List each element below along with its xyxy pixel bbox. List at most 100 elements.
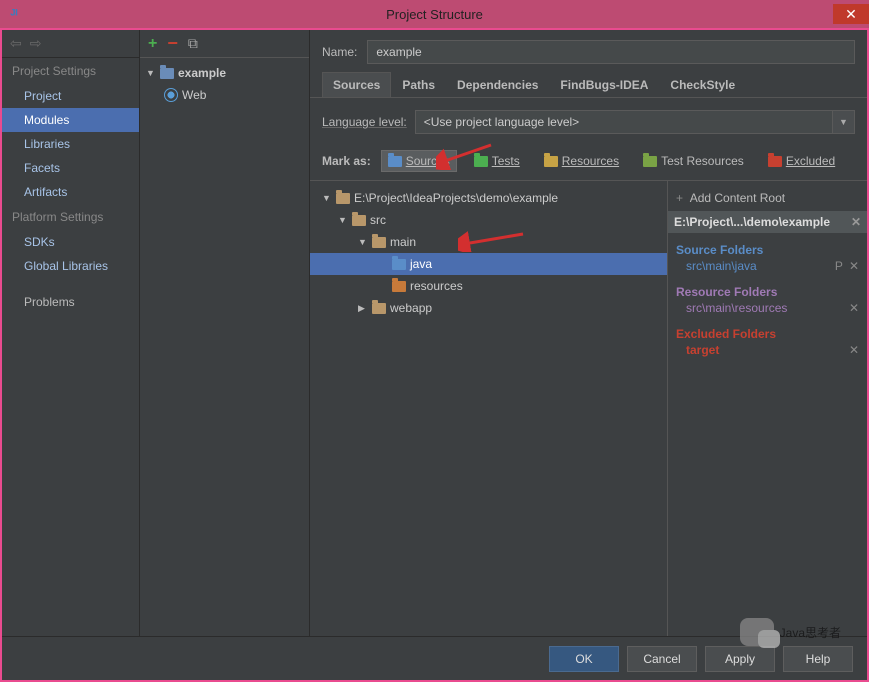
source-folders-title: Source Folders [676, 243, 859, 257]
titlebar: ᴶᴵ Project Structure ✕ [0, 0, 869, 28]
tree-java-label: java [410, 255, 432, 273]
tree-resources-label: resources [410, 277, 463, 295]
cancel-button[interactable]: Cancel [627, 646, 697, 672]
tab-findbugs[interactable]: FindBugs-IDEA [549, 72, 659, 97]
tree-row-resources[interactable]: resources [310, 275, 667, 297]
excluded-folder-entry[interactable]: target ✕ [676, 341, 859, 359]
remove-root-icon[interactable]: ✕ [851, 215, 861, 229]
expand-icon[interactable]: ▼ [322, 189, 332, 207]
wechat-icon [740, 618, 774, 646]
language-level-select[interactable] [415, 110, 833, 134]
sidebar-item-facets[interactable]: Facets [2, 156, 139, 180]
section-project-settings: Project Settings [2, 58, 139, 84]
dialog-button-bar: OK Cancel Apply Help [2, 636, 867, 680]
mark-resources-text: Resources [562, 154, 619, 168]
tree-root-label: E:\Project\IdeaProjects\demo\example [354, 189, 558, 207]
expand-icon[interactable]: ▶ [358, 299, 368, 317]
remove-icon[interactable]: ✕ [849, 343, 859, 357]
mark-tests-button[interactable]: Tests [467, 150, 527, 172]
folder-icon [372, 237, 386, 248]
mark-excluded-text: Excluded [786, 154, 835, 168]
module-row-example[interactable]: ▼ example [140, 62, 309, 84]
tests-folder-icon [474, 156, 488, 167]
tree-row-java[interactable]: java [310, 253, 667, 275]
excluded-folders-title: Excluded Folders [676, 327, 859, 341]
window-title: Project Structure [386, 7, 483, 22]
apply-button[interactable]: Apply [705, 646, 775, 672]
name-input[interactable] [367, 40, 855, 64]
web-icon [164, 88, 178, 102]
sources-folder-icon [388, 156, 402, 167]
mark-test-resources-text: Test Resources [661, 154, 744, 168]
remove-icon[interactable]: − [167, 33, 178, 54]
copy-icon[interactable]: ⧉ [188, 35, 198, 52]
dropdown-icon[interactable]: ▼ [833, 110, 855, 134]
add-icon[interactable]: + [148, 35, 157, 53]
help-button[interactable]: Help [783, 646, 853, 672]
app-icon: ᴶᴵ [0, 0, 28, 28]
content-roots-panel: + Add Content Root E:\Project\...\demo\e… [667, 181, 867, 636]
edit-icon[interactable]: P [835, 259, 843, 273]
plus-icon: + [676, 191, 683, 205]
source-folder-entry[interactable]: src\main\java P✕ [676, 257, 859, 275]
add-content-root-button[interactable]: + Add Content Root [676, 187, 859, 211]
tab-paths[interactable]: Paths [391, 72, 446, 97]
section-platform-settings: Platform Settings [2, 204, 139, 230]
remove-icon[interactable]: ✕ [849, 301, 859, 315]
content-root-path[interactable]: E:\Project\...\demo\example ✕ [668, 211, 867, 233]
tree-row-webapp[interactable]: ▶ webapp [310, 297, 667, 319]
tab-bar: Sources Paths Dependencies FindBugs-IDEA… [310, 72, 867, 98]
language-level-label: Language level: [322, 115, 407, 129]
resource-folders-title: Resource Folders [676, 285, 859, 299]
close-button[interactable]: ✕ [833, 4, 869, 24]
remove-icon[interactable]: ✕ [849, 259, 859, 273]
excluded-folder-icon [768, 156, 782, 167]
sidebar-item-project[interactable]: Project [2, 84, 139, 108]
module-row-web[interactable]: Web [140, 84, 309, 106]
forward-icon[interactable]: ⇨ [30, 35, 42, 52]
content-panel: Name: Sources Paths Dependencies FindBug… [310, 30, 867, 636]
watermark: Java思考者 [740, 618, 841, 646]
module-label: example [178, 64, 226, 82]
test-resources-folder-icon [643, 156, 657, 167]
tab-sources[interactable]: Sources [322, 72, 391, 97]
web-label: Web [182, 86, 206, 104]
module-tree-panel: + − ⧉ ▼ example Web [140, 30, 310, 636]
folder-icon [336, 193, 350, 204]
sidebar-item-artifacts[interactable]: Artifacts [2, 180, 139, 204]
tree-main-label: main [390, 233, 416, 251]
tab-checkstyle[interactable]: CheckStyle [659, 72, 746, 97]
name-label: Name: [322, 45, 357, 59]
expand-icon[interactable]: ▼ [358, 233, 368, 251]
tab-dependencies[interactable]: Dependencies [446, 72, 549, 97]
resources-folder-icon [544, 156, 558, 167]
tree-webapp-label: webapp [390, 299, 432, 317]
mark-tests-text: Tests [492, 154, 520, 168]
folder-icon [372, 303, 386, 314]
ok-button[interactable]: OK [549, 646, 619, 672]
back-icon[interactable]: ⇦ [10, 35, 22, 52]
tree-row-root[interactable]: ▼ E:\Project\IdeaProjects\demo\example [310, 187, 667, 209]
tree-src-label: src [370, 211, 386, 229]
mark-sources-text: Sources [406, 154, 450, 168]
mark-as-label: Mark as: [322, 154, 371, 168]
source-folder-icon [392, 259, 406, 270]
folder-icon [352, 215, 366, 226]
mark-resources-button[interactable]: Resources [537, 150, 626, 172]
sidebar-item-libraries[interactable]: Libraries [2, 132, 139, 156]
mark-sources-button[interactable]: Sources [381, 150, 457, 172]
module-icon [160, 68, 174, 79]
tree-row-main[interactable]: ▼ main [310, 231, 667, 253]
sidebar-item-sdks[interactable]: SDKs [2, 230, 139, 254]
expand-icon[interactable]: ▼ [146, 64, 156, 82]
resource-folder-icon [392, 281, 406, 292]
sidebar-item-global-libraries[interactable]: Global Libraries [2, 254, 139, 278]
resource-folder-entry[interactable]: src\main\resources ✕ [676, 299, 859, 317]
mark-test-resources-button[interactable]: Test Resources [636, 150, 751, 172]
settings-sidebar: ⇦ ⇨ Project Settings Project Modules Lib… [2, 30, 140, 636]
expand-icon[interactable]: ▼ [338, 211, 348, 229]
tree-row-src[interactable]: ▼ src [310, 209, 667, 231]
sidebar-item-modules[interactable]: Modules [2, 108, 139, 132]
mark-excluded-button[interactable]: Excluded [761, 150, 842, 172]
sidebar-item-problems[interactable]: Problems [2, 290, 139, 314]
